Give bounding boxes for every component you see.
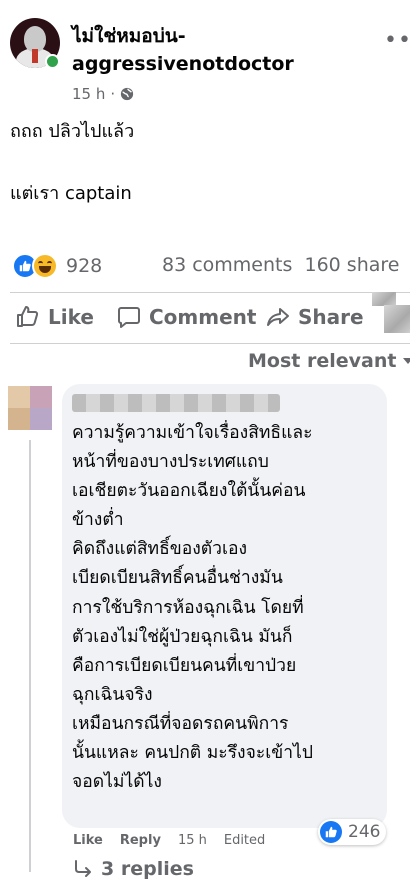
engagement-counts: 83 comments 160 share (162, 254, 399, 276)
blurred-avatar (384, 305, 410, 333)
post-text-line-2: แต่เรา captain (10, 183, 132, 204)
commenter-name-blurred[interactable] (72, 394, 280, 412)
meta-separator: · (110, 85, 116, 103)
divider (10, 292, 410, 293)
comment-reactions[interactable]: 246 (318, 819, 387, 845)
comment-likes-count: 246 (348, 822, 381, 842)
post-text-line-1: ถถถ ปลิวไปแล้ว (10, 121, 135, 142)
comment-reply-button[interactable]: Reply (120, 833, 161, 848)
sort-label: Most relevant (248, 350, 397, 372)
reactions-summary[interactable]: 928 (12, 253, 102, 279)
caret-down-icon (403, 358, 410, 364)
reply-arrow-icon (75, 860, 91, 877)
comment-actions: Like Reply 15 h Edited (73, 833, 265, 848)
globe-icon (121, 87, 134, 101)
comments-count[interactable]: 83 comments (162, 254, 292, 276)
reactions-count: 928 (66, 255, 103, 277)
share-arrow-icon (267, 308, 289, 326)
like-reaction-icon (320, 821, 342, 843)
view-replies-button[interactable]: 3 replies (73, 858, 194, 880)
commenter-avatar-blurred[interactable] (8, 386, 52, 430)
comment-icon (118, 307, 140, 328)
comment-like-button[interactable]: Like (73, 833, 103, 848)
divider (10, 343, 410, 344)
replies-label: 3 replies (101, 858, 194, 880)
thread-line (29, 440, 31, 872)
author-name[interactable]: ไม่ใช่หมอบ่น-aggressivenotdoctor (72, 22, 352, 78)
comment-label: Comment (149, 305, 257, 329)
comment-text: ความรู้ความเข้าใจเรื่องสิทธิและ หน้าที่ข… (72, 423, 313, 793)
comment-edited-label[interactable]: Edited (224, 833, 265, 848)
post-meta: 15 h · (72, 85, 134, 103)
share-button[interactable]: Share (266, 305, 364, 329)
online-status-dot (45, 54, 60, 69)
post-time[interactable]: 15 h (72, 85, 105, 103)
shares-count[interactable]: 160 share (304, 254, 399, 276)
more-options-icon[interactable]: ••• (384, 28, 410, 53)
thumbs-up-icon (17, 306, 39, 327)
blurred-avatar (372, 292, 396, 306)
haha-reaction-icon (32, 253, 58, 279)
comment-button[interactable]: Comment (117, 305, 256, 329)
like-label: Like (48, 305, 94, 329)
like-button[interactable]: Like (16, 305, 94, 329)
sort-comments-dropdown[interactable]: Most relevant (248, 350, 410, 372)
share-label: Share (298, 305, 364, 329)
comment-time[interactable]: 15 h (178, 833, 207, 848)
